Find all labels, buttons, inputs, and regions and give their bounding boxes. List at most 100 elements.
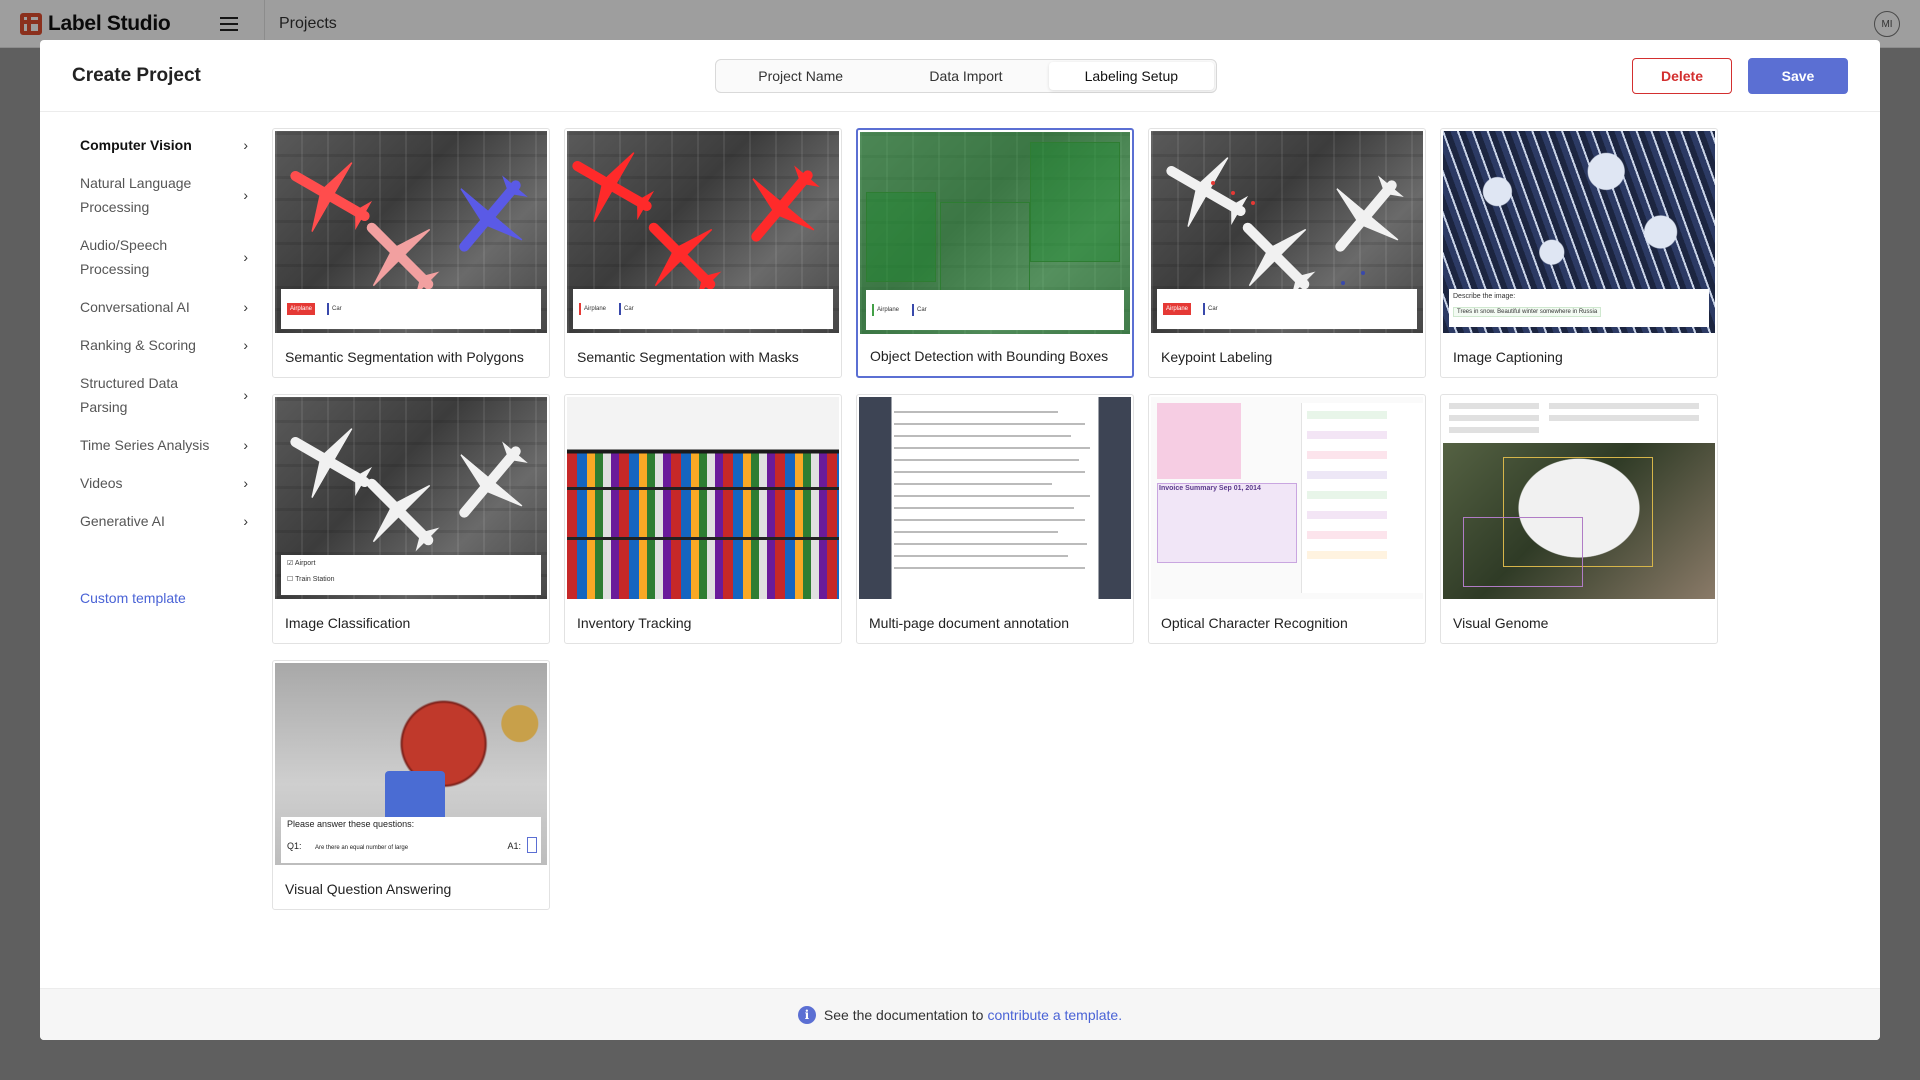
template-card-object-detection[interactable]: Airplane Car Object Detection with Bound…	[856, 128, 1134, 378]
document-line	[894, 567, 1085, 569]
sidebar-item-label: Time Series Analysis	[80, 437, 210, 453]
delete-button[interactable]: Delete	[1632, 58, 1732, 94]
chevron-right-icon: ›	[243, 137, 248, 153]
tab-project-name[interactable]: Project Name	[718, 62, 883, 90]
sidebar-item-audio-speech[interactable]: Audio/Speech Processing ›	[72, 226, 252, 288]
caption-prompt: Describe the image:	[1453, 293, 1516, 300]
template-title: Visual Genome	[1453, 615, 1549, 631]
chevron-right-icon: ›	[243, 475, 248, 491]
sidebar-item-label: Ranking & Scoring	[80, 337, 196, 353]
ocr-result-rows	[1307, 411, 1387, 419]
chevron-right-icon: ›	[243, 513, 248, 529]
label-bar: Airplane Car	[281, 289, 541, 329]
question-label: Q1:	[287, 841, 302, 851]
label-chip: Car	[912, 304, 930, 316]
ocr-text: Invoice Summary Sep 01, 2014	[1159, 485, 1261, 492]
answer-input[interactable]	[527, 837, 537, 853]
label-chip: Car	[619, 303, 637, 315]
document-line	[894, 435, 1072, 437]
bounding-box	[1030, 142, 1120, 262]
custom-template-link[interactable]: Custom template	[80, 590, 252, 606]
chevron-right-icon: ›	[243, 387, 248, 403]
template-title: Optical Character Recognition	[1161, 615, 1348, 631]
sidebar-item-nlp[interactable]: Natural Language Processing ›	[72, 164, 252, 226]
template-thumbnail: Airplane Car	[567, 131, 839, 333]
bounding-box	[940, 202, 1030, 292]
label-chip: Airplane	[287, 303, 316, 315]
sidebar-item-label: Natural Language Processing	[80, 175, 192, 215]
label-chip: Car	[1203, 303, 1221, 315]
chevron-right-icon: ›	[243, 187, 248, 203]
template-thumbnail: ☑ Airport ☐ Train Station	[275, 397, 547, 599]
checkbox-option: ☑ Airport	[287, 560, 316, 567]
template-card-keypoint-labeling[interactable]: Airplane Car Keypoint Labeling	[1148, 128, 1426, 378]
label-bar: Airplane Car	[866, 290, 1124, 330]
tab-data-import[interactable]: Data Import	[883, 62, 1048, 90]
label-bar: Airplane Car	[1157, 289, 1417, 329]
checkbox-option: ☐ Train Station	[287, 576, 335, 583]
keypoint-markers	[1211, 181, 1215, 185]
sidebar-item-label: Structured Data Parsing	[80, 375, 179, 415]
tab-labeling-setup[interactable]: Labeling Setup	[1048, 62, 1214, 90]
template-card-semantic-segmentation-masks[interactable]: Airplane Car Semantic Segmentation with …	[564, 128, 842, 378]
document-line	[894, 483, 1053, 485]
template-card-visual-question-answering[interactable]: Please answer these questions: Q1: Are t…	[272, 660, 550, 910]
template-title: Image Classification	[285, 615, 411, 631]
document-line	[894, 531, 1058, 533]
template-card-ocr[interactable]: Invoice Summary Sep 01, 2014 Optical Cha…	[1148, 394, 1426, 644]
template-card-image-captioning[interactable]: Describe the image: Trees in snow. Beaut…	[1440, 128, 1718, 378]
region-box	[1463, 517, 1583, 587]
template-category-sidebar: Computer Vision › Natural Language Proce…	[72, 126, 252, 606]
template-thumbnail	[859, 397, 1131, 599]
chevron-right-icon: ›	[243, 299, 248, 315]
template-thumbnail: Airplane Car	[1151, 131, 1423, 333]
sidebar-item-time-series[interactable]: Time Series Analysis ›	[72, 426, 252, 464]
template-thumbnail: Airplane Car	[275, 131, 547, 333]
bounding-box	[866, 192, 936, 282]
info-icon: i	[797, 1005, 816, 1024]
template-card-semantic-segmentation-polygons[interactable]: Airplane Car Semantic Segmentation with …	[272, 128, 550, 378]
sidebar-item-conversational-ai[interactable]: Conversational AI ›	[72, 288, 252, 326]
step-tabs: Project Name Data Import Labeling Setup	[715, 59, 1217, 93]
modal-footer: i See the documentation to contribute a …	[40, 988, 1880, 1040]
chevron-right-icon: ›	[243, 249, 248, 265]
template-title: Semantic Segmentation with Masks	[577, 349, 799, 365]
template-thumbnail: Please answer these questions: Q1: Are t…	[275, 663, 547, 865]
modal-title: Create Project	[72, 64, 201, 86]
document-line	[894, 459, 1080, 461]
document-line	[894, 519, 1085, 521]
shelf-divider	[567, 487, 839, 490]
checkbox-label: Airport	[294, 560, 316, 567]
ocr-region	[1157, 403, 1241, 479]
label-bar: ☑ Airport ☐ Train Station	[281, 555, 541, 595]
template-title: Keypoint Labeling	[1161, 349, 1273, 365]
sidebar-item-generative-ai[interactable]: Generative AI ›	[72, 502, 252, 540]
label-chip: Car	[327, 303, 345, 315]
document-line	[894, 507, 1074, 509]
template-thumbnail: Describe the image: Trees in snow. Beaut…	[1443, 131, 1715, 333]
save-button[interactable]: Save	[1748, 58, 1848, 94]
template-card-multi-page-document[interactable]: Multi-page document annotation	[856, 394, 1134, 644]
label-chip: Airplane	[1163, 303, 1192, 315]
template-title: Visual Question Answering	[285, 881, 452, 897]
chevron-right-icon: ›	[243, 337, 248, 353]
sidebar-item-label: Generative AI	[80, 513, 165, 529]
footer-text: See the documentation to	[823, 1006, 984, 1023]
sidebar-item-label: Conversational AI	[80, 299, 190, 315]
vqa-prompt: Please answer these questions:	[287, 819, 415, 829]
template-card-visual-genome[interactable]: Visual Genome	[1440, 394, 1718, 644]
template-card-inventory-tracking[interactable]: Inventory Tracking	[564, 394, 842, 644]
document-line	[894, 495, 1091, 497]
sidebar-item-computer-vision[interactable]: Computer Vision ›	[72, 126, 252, 164]
contribute-template-link[interactable]: contribute a template.	[987, 1007, 1122, 1023]
document-line	[894, 543, 1088, 545]
sidebar-item-label: Computer Vision	[80, 137, 192, 153]
caption-text: Trees in snow. Beautiful winter somewher…	[1453, 307, 1602, 317]
sidebar-item-ranking-scoring[interactable]: Ranking & Scoring ›	[72, 326, 252, 364]
question-panel: Please answer these questions: Q1: Are t…	[281, 817, 541, 863]
ocr-region	[1157, 483, 1297, 563]
template-card-image-classification[interactable]: ☑ Airport ☐ Train Station Image Classifi…	[272, 394, 550, 644]
sidebar-item-videos[interactable]: Videos ›	[72, 464, 252, 502]
sidebar-item-structured-data[interactable]: Structured Data Parsing ›	[72, 364, 252, 426]
document-line	[894, 423, 1085, 425]
